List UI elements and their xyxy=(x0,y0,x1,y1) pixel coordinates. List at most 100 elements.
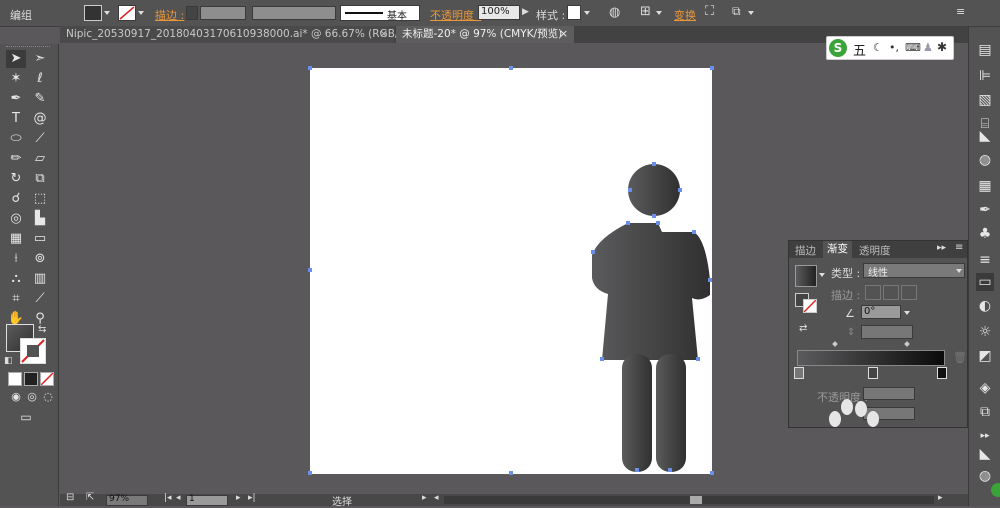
paintbrush-tool-icon[interactable]: ⟋ xyxy=(30,130,50,148)
horizontal-scrollbar[interactable] xyxy=(444,496,934,504)
arrange-icon[interactable]: ⧉ xyxy=(732,4,741,19)
next-artboard-icon[interactable]: ▸ xyxy=(236,493,241,503)
swatches-icon[interactable]: ◍ xyxy=(976,151,994,169)
curvature-tool-icon[interactable]: ✎ xyxy=(30,90,50,108)
symbol-sprayer-tool-icon[interactable]: ⛬ xyxy=(6,270,26,288)
zoom-select[interactable]: 97% xyxy=(106,494,148,506)
artboards-panel-icon[interactable]: ⧉ xyxy=(976,403,994,421)
figure-right-leg[interactable] xyxy=(656,354,686,472)
slice-tool-icon[interactable]: ⟋ xyxy=(30,290,50,308)
scrollbar-thumb[interactable] xyxy=(690,496,702,504)
panel-menu-icon[interactable]: ≡ xyxy=(956,5,965,18)
align-panel-icon[interactable]: ⊫ xyxy=(976,67,994,85)
artboard-handle[interactable] xyxy=(308,268,312,272)
scroll-left-icon[interactable]: ◂ xyxy=(434,493,439,503)
artboard-handle[interactable] xyxy=(308,66,312,70)
gradient-stop-end[interactable] xyxy=(937,367,947,379)
gradient-slider[interactable] xyxy=(797,350,945,366)
scale-tool-icon[interactable]: ⧉ xyxy=(30,170,50,188)
stroke-gradient-within-button[interactable] xyxy=(865,285,881,300)
prev-artboard-icon[interactable]: ◂ xyxy=(176,493,181,503)
recolor-artwork-icon[interactable]: ◍ xyxy=(609,5,620,20)
figure-body[interactable] xyxy=(592,223,710,360)
aspect-ratio-input[interactable] xyxy=(861,325,913,339)
type-tool-icon[interactable]: T xyxy=(6,110,26,128)
gradient-stop-middle[interactable] xyxy=(868,367,878,379)
keyboard-icon[interactable]: ⌨ xyxy=(905,41,921,54)
ime-mode-label[interactable]: 五 xyxy=(853,40,866,59)
column-graph-tool-icon[interactable]: ▥ xyxy=(30,270,50,288)
pen-tool-icon[interactable]: ✒ xyxy=(6,90,26,108)
tab-nipic-document[interactable]: Nipic_20530917_20180403170610938000.ai* … xyxy=(60,26,424,43)
eyedropper-tool-icon[interactable]: ⟊ xyxy=(6,250,26,268)
stroke-swatch[interactable] xyxy=(118,5,136,21)
artboard-handle[interactable] xyxy=(710,66,714,70)
artboard-number-input[interactable]: 1 xyxy=(186,494,228,506)
gradient-presets-dropdown-icon[interactable] xyxy=(819,273,825,277)
style-dropdown-icon[interactable] xyxy=(584,11,590,15)
properties-icon[interactable]: ▤ xyxy=(976,41,994,59)
gradient-stop-start[interactable] xyxy=(794,367,804,379)
midpoint-marker[interactable] xyxy=(832,341,838,347)
figure-left-leg[interactable] xyxy=(622,354,652,472)
color-panel-icon-2[interactable]: ◣ xyxy=(976,445,994,463)
fill-swatch[interactable] xyxy=(84,5,102,21)
shape-builder-tool-icon[interactable]: ◎ xyxy=(6,210,26,228)
panel-menu-icon[interactable]: ≡ xyxy=(955,242,963,253)
tab-transparency[interactable]: 透明度 xyxy=(859,243,891,258)
gradient-tool-icon[interactable]: ▭ xyxy=(30,230,50,248)
swatches-icon-2[interactable]: ◍ xyxy=(976,467,994,485)
transparency-panel-icon[interactable]: ◐ xyxy=(976,297,994,315)
stroke-color-box[interactable] xyxy=(20,338,46,364)
free-transform-tool-icon[interactable]: ⬚ xyxy=(30,190,50,208)
variable-width-dropdown[interactable] xyxy=(252,6,336,20)
swap-fill-stroke-icon[interactable]: ⇆ xyxy=(38,324,46,335)
brushes-icon[interactable]: ✒ xyxy=(976,201,994,219)
status-menu-icon[interactable]: ▸ xyxy=(422,493,427,503)
last-artboard-icon[interactable]: ▸| xyxy=(248,493,256,503)
stroke-weight-stepper[interactable] xyxy=(186,6,198,20)
default-colors-icon[interactable]: ◧ xyxy=(4,356,13,366)
angle-dropdown-icon[interactable] xyxy=(904,311,910,315)
graphic-styles-icon[interactable]: ◩ xyxy=(976,347,994,365)
selection-tool-icon[interactable]: ➤ xyxy=(6,50,26,68)
stroke-panel-icon[interactable]: ≡ xyxy=(976,251,994,269)
screen-mode-icon[interactable]: ▭ xyxy=(16,408,36,426)
ime-logo-icon[interactable]: S xyxy=(829,39,847,57)
close-icon[interactable]: × xyxy=(559,26,568,43)
warp-tool-icon[interactable]: ☌ xyxy=(6,190,26,208)
magic-wand-tool-icon[interactable]: ✶ xyxy=(6,70,26,88)
mesh-tool-icon[interactable]: ▦ xyxy=(6,230,26,248)
graph-tool-icon[interactable]: ▙ xyxy=(30,210,50,228)
moon-icon[interactable]: ☾ xyxy=(873,41,883,54)
spiral-tool-icon[interactable]: @ xyxy=(30,110,50,128)
artboard-handle[interactable] xyxy=(308,471,312,475)
delete-stop-icon[interactable]: 🗑 xyxy=(953,351,967,364)
blend-tool-icon[interactable]: ⊚ xyxy=(30,250,50,268)
stroke-toggle[interactable] xyxy=(803,299,817,313)
draw-inside-icon[interactable]: ◌ xyxy=(38,388,58,406)
opacity-arrow-icon[interactable]: ▶ xyxy=(522,7,529,17)
first-artboard-icon[interactable]: |◂ xyxy=(164,493,172,503)
tab-stroke[interactable]: 描边 xyxy=(795,243,816,258)
layers-icon[interactable]: ◈ xyxy=(976,379,994,397)
gradient-preview-swatch[interactable] xyxy=(795,265,817,287)
transform-label[interactable]: 变换 xyxy=(674,7,696,23)
gradient-panel-icon[interactable]: ▭ xyxy=(976,273,994,291)
stroke-dropdown-icon[interactable] xyxy=(138,11,144,15)
stroke-label[interactable]: 描边 : xyxy=(155,7,184,23)
none-mode-button[interactable] xyxy=(40,372,54,386)
color-mode-button[interactable] xyxy=(8,372,22,386)
angle-input[interactable]: 0° xyxy=(861,305,901,319)
symbols-icon[interactable]: ♣ xyxy=(976,225,994,243)
pathfinder-icon[interactable]: ▧ xyxy=(976,91,994,109)
stroke-gradient-across-button[interactable] xyxy=(901,285,917,300)
tab-untitled-20[interactable]: 未标题-20* @ 97% (CMYK/预览) × xyxy=(396,26,574,43)
user-icon[interactable]: ♟ xyxy=(923,41,933,54)
close-icon[interactable]: × xyxy=(379,26,388,43)
isolate-icon[interactable]: ⛶ xyxy=(705,4,714,19)
scroll-right-icon[interactable]: ▸ xyxy=(938,493,943,503)
artboard-handle[interactable] xyxy=(509,66,513,70)
align-icon[interactable]: ⊞ xyxy=(640,4,651,19)
swatch-grid-icon[interactable]: ▦ xyxy=(976,177,994,195)
